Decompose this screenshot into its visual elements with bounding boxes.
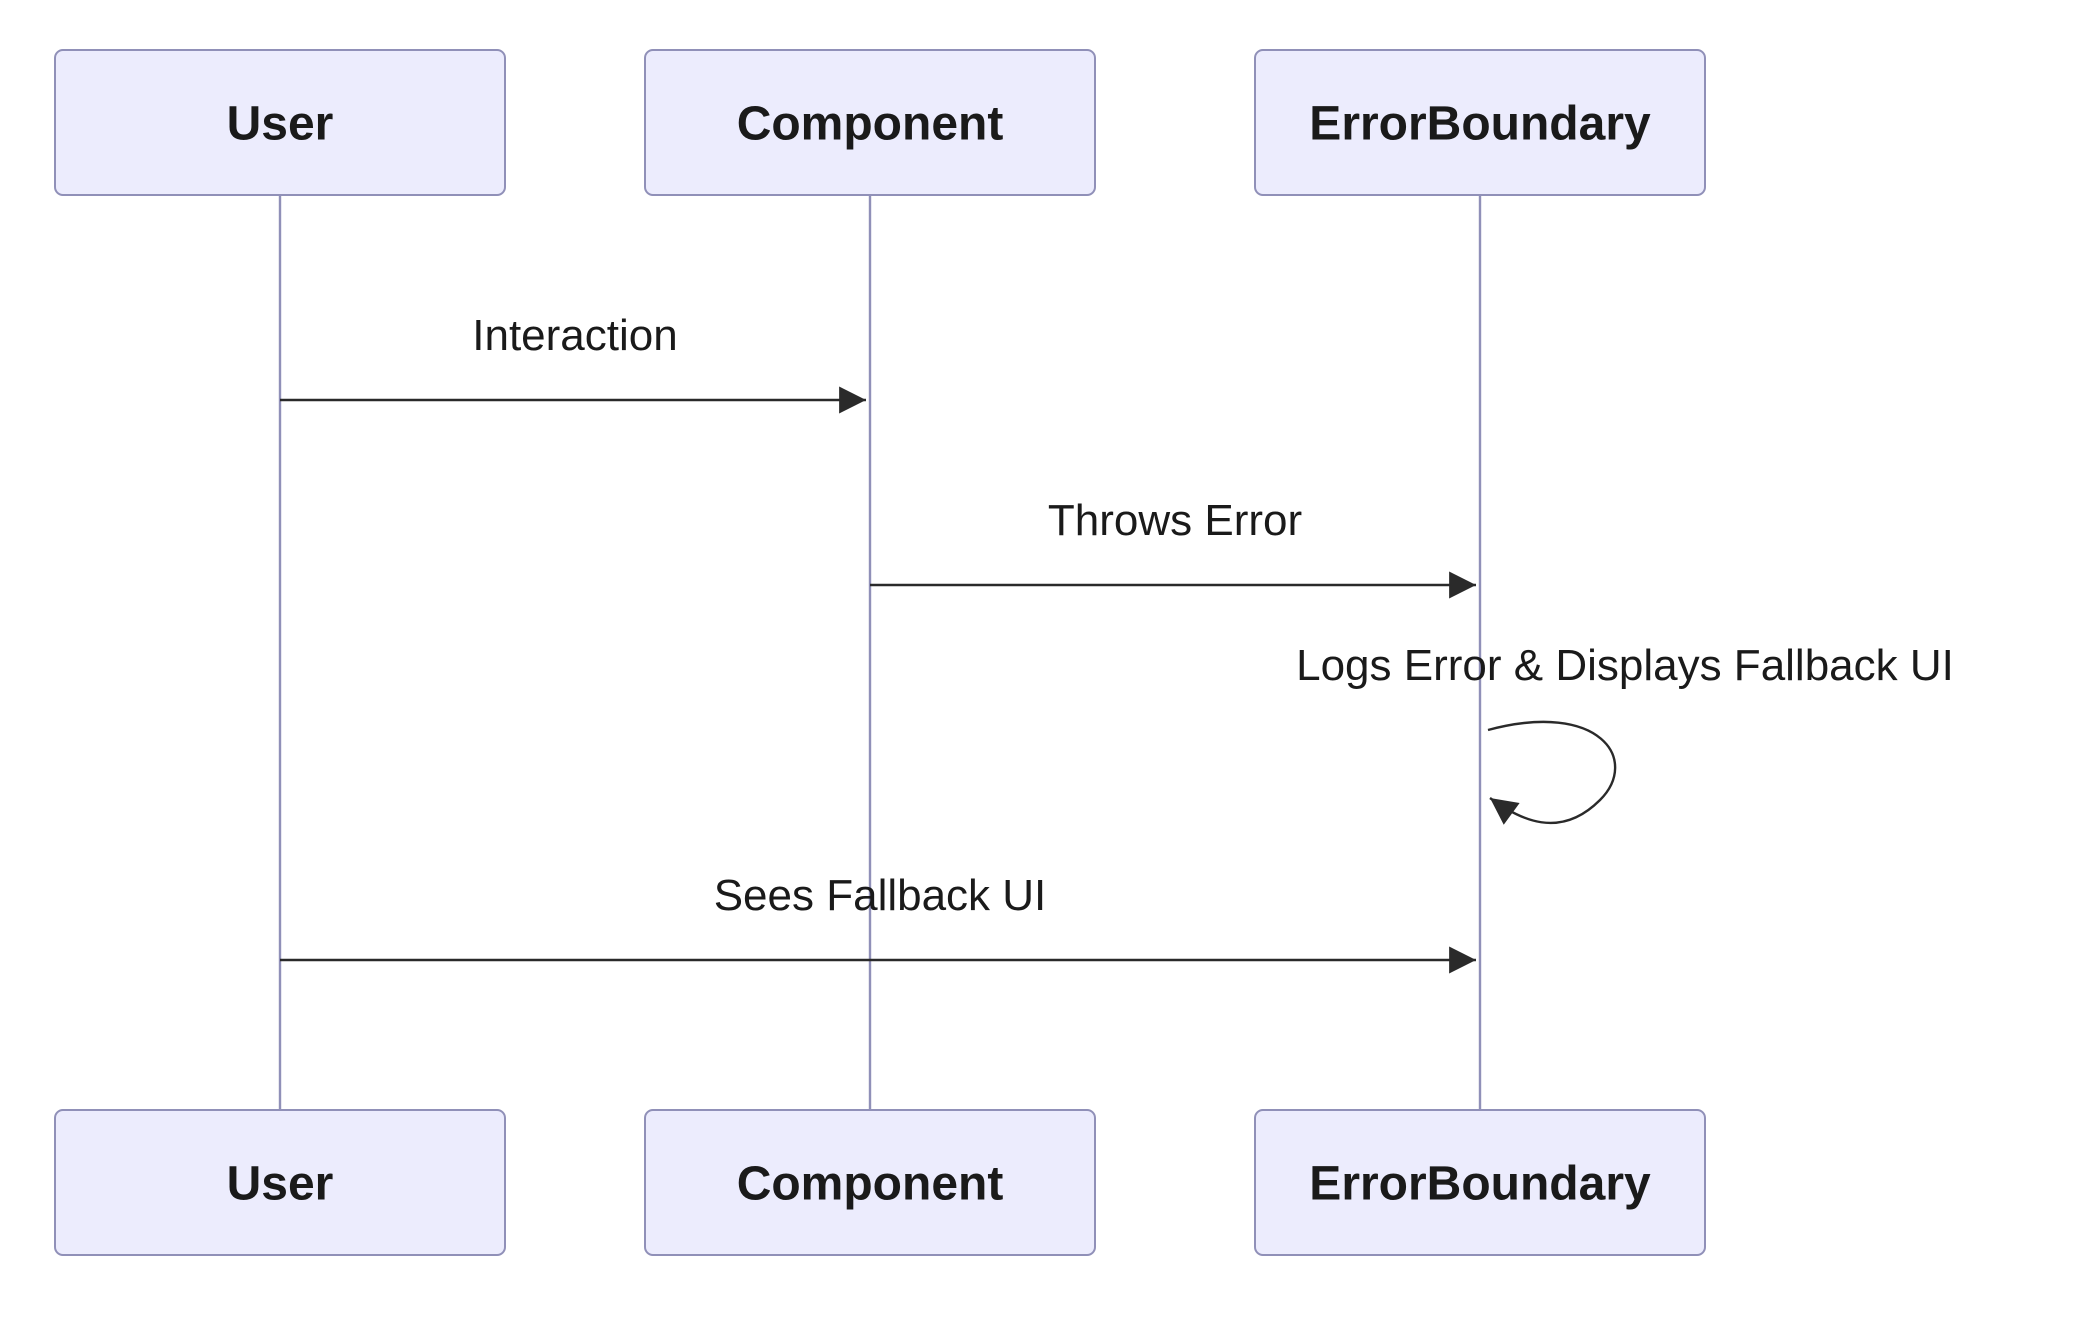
actor-user-top: User [55, 50, 505, 195]
message-logs-error-fallback: Logs Error & Displays Fallback UI [1296, 641, 1954, 823]
actor-label: ErrorBoundary [1309, 98, 1651, 151]
actor-label: User [227, 98, 334, 151]
message-label: Throws Error [1048, 496, 1302, 545]
message-label: Logs Error & Displays Fallback UI [1296, 641, 1954, 690]
actor-label: Component [737, 1158, 1004, 1211]
actor-label: ErrorBoundary [1309, 1158, 1651, 1211]
actor-errorboundary-top: ErrorBoundary [1255, 50, 1705, 195]
actor-component-top: Component [645, 50, 1095, 195]
message-interaction: Interaction [280, 311, 866, 400]
actor-user-bottom: User [55, 1110, 505, 1255]
message-label: Sees Fallback UI [714, 871, 1047, 920]
sequence-diagram: User Component ErrorBoundary Interaction… [0, 0, 2076, 1326]
actor-label: Component [737, 98, 1004, 151]
actor-errorboundary-bottom: ErrorBoundary [1255, 1110, 1705, 1255]
message-throws-error: Throws Error [870, 496, 1476, 585]
actor-component-bottom: Component [645, 1110, 1095, 1255]
actor-label: User [227, 1158, 334, 1211]
message-label: Interaction [472, 311, 677, 360]
message-sees-fallback-ui: Sees Fallback UI [280, 871, 1476, 960]
